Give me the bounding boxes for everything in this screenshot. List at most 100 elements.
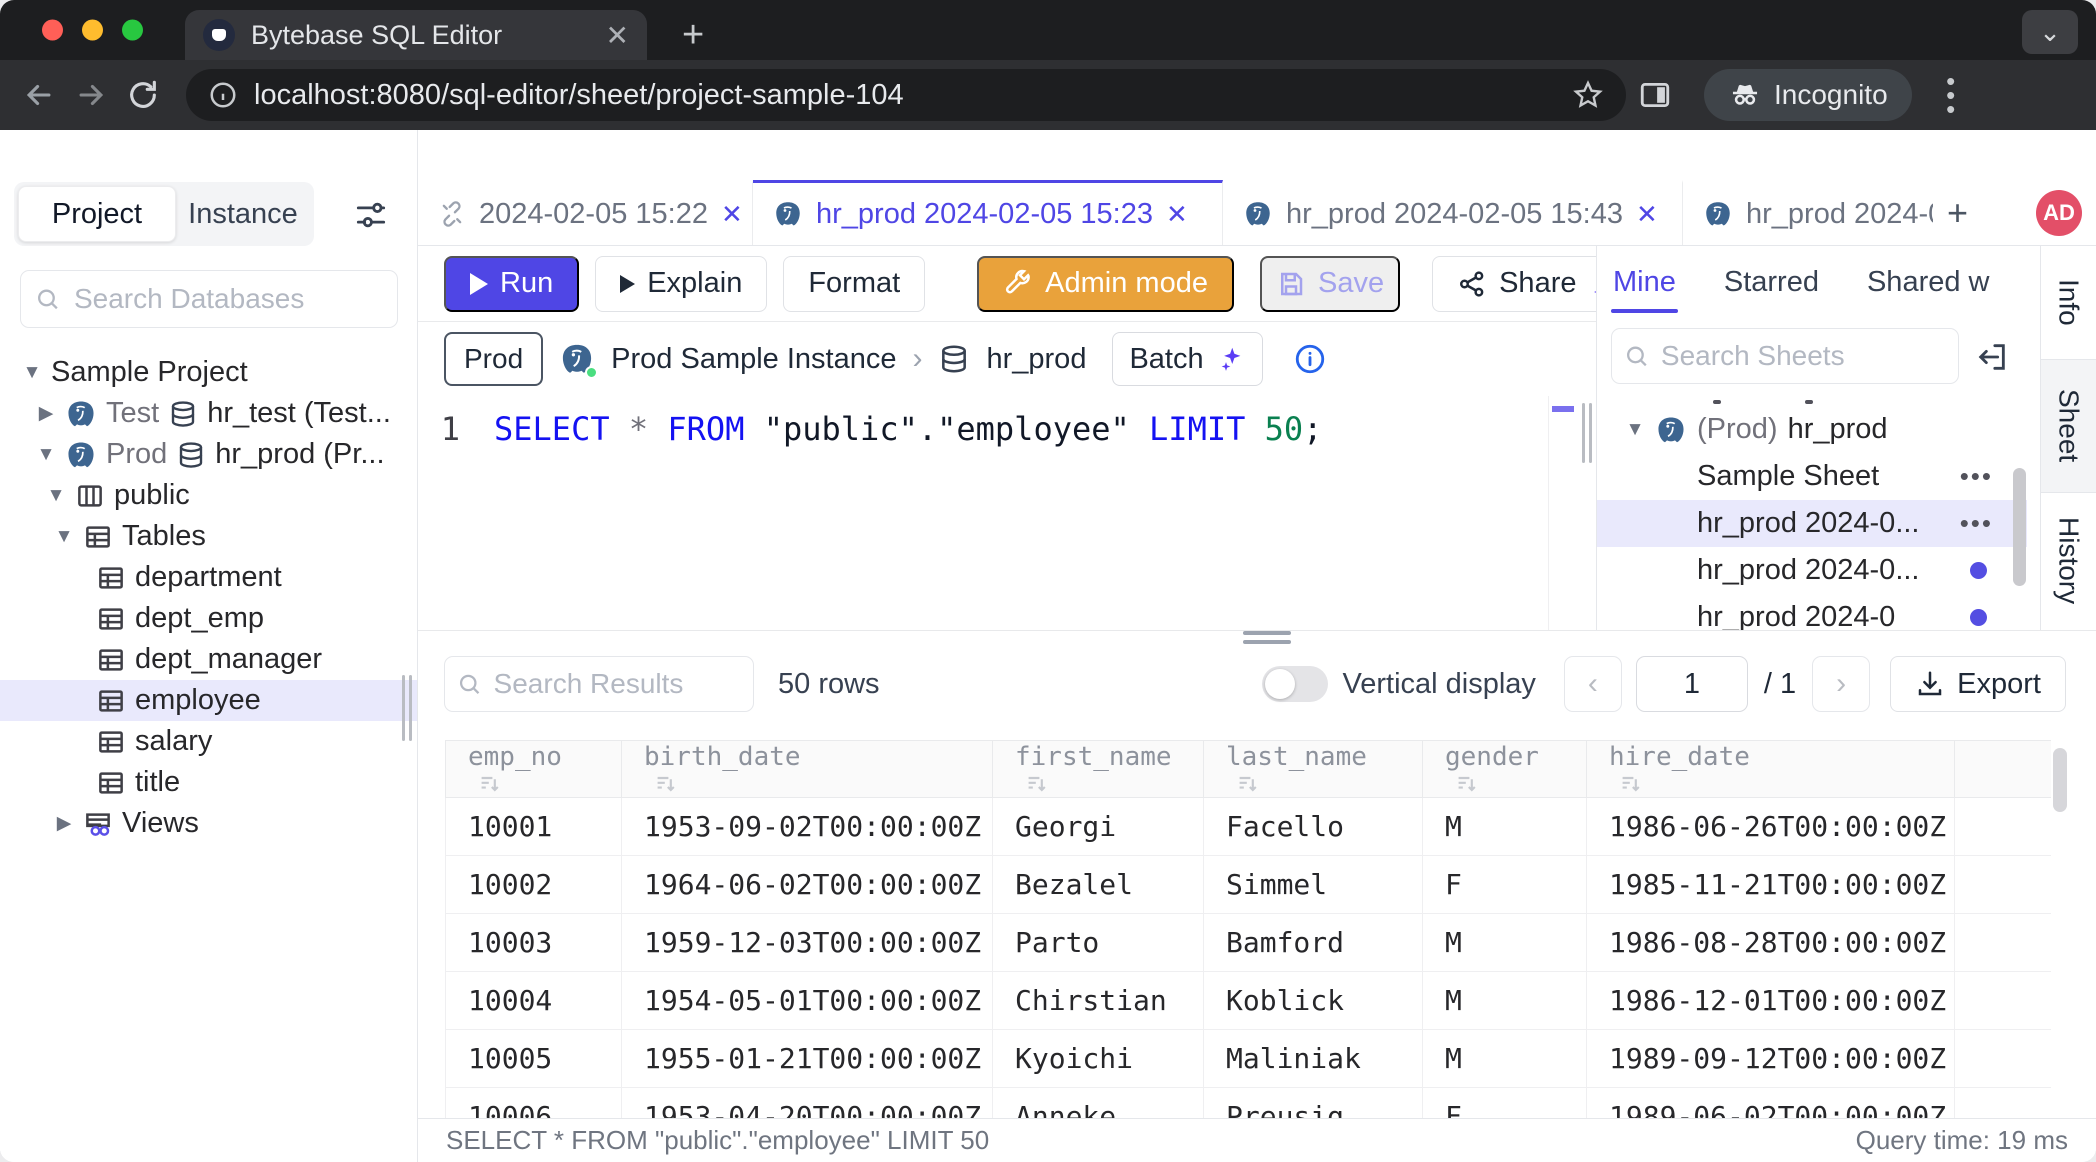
vertical-display-toggle[interactable] <box>1262 666 1328 702</box>
tab-mine[interactable]: Mine <box>1611 252 1678 313</box>
caret-right-icon[interactable]: ▶ <box>54 812 74 835</box>
sheet-item-unsaved[interactable]: hr_prod 2024-0... <box>1597 547 2027 594</box>
filter-settings-icon[interactable] <box>352 196 390 234</box>
sheet-group-hr-prod[interactable]: ▼ (Prod) hr_prod <box>1597 406 2027 453</box>
column-header-first-name[interactable]: first_name <box>993 741 1204 798</box>
close-tab-icon[interactable]: ✕ <box>721 199 743 230</box>
table-scrollbar[interactable] <box>2053 748 2067 812</box>
tree-item-employee[interactable]: employee <box>0 680 417 721</box>
sheet-menu-icon[interactable]: ••• <box>1960 461 1993 492</box>
environment-chip[interactable]: Prod <box>444 332 543 386</box>
window-close-button[interactable] <box>42 20 63 41</box>
sidebar-resize-handle[interactable] <box>402 675 412 741</box>
tree-item-dept-emp[interactable]: dept_emp <box>0 598 417 639</box>
site-info-icon[interactable] <box>208 80 238 110</box>
sql-code-editor[interactable]: 1 SELECT * FROM "public"."employee" LIMI… <box>418 396 1548 630</box>
table-row[interactable]: 100031959-12-03T00:00:00ZPartoBamfordM19… <box>446 914 2052 972</box>
save-button[interactable]: Save <box>1260 256 1400 312</box>
table-row[interactable]: 100011953-09-02T00:00:00ZGeorgiFacelloM1… <box>446 798 2052 856</box>
tree-item-schema-public[interactable]: ▼ public <box>0 475 417 516</box>
table-row[interactable]: 100061953-04-20T00:00:00ZAnnekePreusigF1… <box>446 1088 2052 1119</box>
tree-item-title[interactable]: title <box>0 762 417 803</box>
side-panel-icon[interactable] <box>1638 78 1678 112</box>
database-name[interactable]: hr_prod <box>986 343 1086 376</box>
table-row[interactable]: 100041954-05-01T00:00:00ZChirstianKoblic… <box>446 972 2052 1030</box>
new-sheet-tab-button[interactable]: + <box>1933 180 1982 245</box>
caret-down-icon[interactable]: ▼ <box>46 485 66 507</box>
tree-item-dept-manager[interactable]: dept_manager <box>0 639 417 680</box>
column-header-hire-date[interactable]: hire_date <box>1587 741 1955 798</box>
export-button[interactable]: Export <box>1890 656 2066 712</box>
caret-right-icon[interactable]: ▶ <box>36 402 56 425</box>
tab-instance[interactable]: Instance <box>176 198 310 231</box>
tab-shared-with-me[interactable]: Shared w <box>1865 252 1992 313</box>
tab-project[interactable]: Project <box>18 186 176 242</box>
sort-icon[interactable] <box>1025 772 1049 796</box>
instance-name[interactable]: Prod Sample Instance <box>611 343 896 376</box>
tab-history[interactable]: History <box>2041 493 2096 629</box>
search-databases-field[interactable] <box>20 270 398 328</box>
page-number-input[interactable] <box>1636 656 1748 712</box>
window-minimize-button[interactable] <box>82 20 103 41</box>
close-tab-icon[interactable]: ✕ <box>1166 199 1188 230</box>
run-button[interactable]: Run <box>444 256 579 312</box>
column-header-last-name[interactable]: last_name <box>1204 741 1423 798</box>
browser-menu-icon[interactable]: ••• <box>1936 74 1966 117</box>
search-sheets-input[interactable] <box>1659 339 1946 373</box>
back-icon[interactable] <box>22 78 62 112</box>
tab-starred[interactable]: Starred <box>1722 252 1821 313</box>
info-icon[interactable] <box>1293 342 1327 376</box>
search-sheets-field[interactable] <box>1611 328 1959 384</box>
batch-button[interactable]: Batch <box>1112 332 1262 386</box>
window-zoom-button[interactable] <box>122 20 143 41</box>
column-header-emp-no[interactable]: emp_no <box>446 741 622 798</box>
sheet-item-selected[interactable]: hr_prod 2024-0... ••• <box>1597 500 2027 547</box>
column-header-birth-date[interactable]: birth_date <box>622 741 993 798</box>
search-results-field[interactable] <box>444 656 754 712</box>
results-splitter[interactable] <box>418 630 2096 647</box>
caret-down-icon[interactable]: ▼ <box>1625 419 1645 441</box>
editor-tab-1[interactable]: 2024-02-05 15:22 ✕ <box>418 180 753 245</box>
browser-tab[interactable]: Bytebase SQL Editor ✕ <box>185 10 647 60</box>
sort-icon[interactable] <box>654 772 678 796</box>
sort-icon[interactable] <box>1619 772 1643 796</box>
sheet-item-unsaved-2[interactable]: hr_prod 2024-0 <box>1597 594 2027 630</box>
next-page-button[interactable]: › <box>1812 656 1870 712</box>
column-header-gender[interactable]: gender <box>1423 741 1587 798</box>
tree-item-salary[interactable]: salary <box>0 721 417 762</box>
panel-resize-handle[interactable] <box>1582 403 1592 463</box>
tree-item-hr-test[interactable]: ▶ Test hr_test (Test... <box>0 393 417 434</box>
close-tab-icon[interactable]: ✕ <box>1636 199 1658 230</box>
search-databases-input[interactable] <box>72 282 383 316</box>
reload-icon[interactable] <box>126 78 166 112</box>
sort-icon[interactable] <box>1455 772 1479 796</box>
caret-down-icon[interactable]: ▼ <box>22 362 42 384</box>
editor-tab-4[interactable]: hr_prod 2024-0 <box>1683 180 1933 245</box>
format-button[interactable]: Format <box>783 256 925 312</box>
sort-icon[interactable] <box>1236 772 1260 796</box>
url-bar[interactable]: localhost:8080/sql-editor/sheet/project-… <box>186 69 1626 121</box>
search-results-input[interactable] <box>492 667 741 701</box>
tree-item-hr-prod[interactable]: ▼ Prod hr_prod (Pr... <box>0 434 417 475</box>
caret-down-icon[interactable]: ▼ <box>54 526 74 548</box>
tab-search-chevron-button[interactable]: ⌄ <box>2022 10 2078 54</box>
tab-sheet[interactable]: Sheet <box>2041 360 2096 493</box>
forward-icon[interactable] <box>74 78 114 112</box>
tab-info[interactable]: Info <box>2041 246 2096 360</box>
admin-mode-button[interactable]: Admin mode <box>977 256 1234 312</box>
collapse-panel-icon[interactable] <box>1975 340 2009 374</box>
table-row[interactable]: 100021964-06-02T00:00:00ZBezalelSimmelF1… <box>446 856 2052 914</box>
sort-icon[interactable] <box>478 772 502 796</box>
table-row[interactable]: 100051955-01-21T00:00:00ZKyoichiMaliniak… <box>446 1030 2052 1088</box>
editor-tab-3[interactable]: hr_prod 2024-02-05 15:43 ✕ <box>1223 180 1683 245</box>
tree-item-sample-project[interactable]: ▼ Sample Project <box>0 352 417 393</box>
explain-button[interactable]: Explain <box>595 256 767 312</box>
user-avatar[interactable]: AD <box>2036 190 2082 236</box>
bookmark-star-icon[interactable] <box>1572 79 1604 111</box>
splitter-handle[interactable] <box>1243 631 1291 644</box>
browser-tab-close-icon[interactable]: ✕ <box>606 19 629 52</box>
prev-page-button[interactable]: ‹ <box>1564 656 1622 712</box>
editor-tab-2-active[interactable]: hr_prod 2024-02-05 15:23 ✕ <box>753 180 1223 245</box>
new-browser-tab-button[interactable]: + <box>682 16 704 54</box>
sheet-menu-icon[interactable]: ••• <box>1960 508 1993 539</box>
